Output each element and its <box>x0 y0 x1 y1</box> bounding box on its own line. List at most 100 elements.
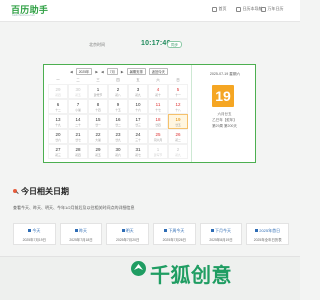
weekday-sat: 六 <box>156 78 160 82</box>
date-card-next-month[interactable]: 下月今天 2025年8月19日 <box>199 223 243 245</box>
prev-month-arrow-icon[interactable]: ◀ <box>101 70 104 74</box>
back-to-today-button[interactable]: 返回今天 <box>148 68 168 75</box>
beijing-time-bar: 北京时间 10:17:46 同步 <box>0 39 300 51</box>
day-number: 3 <box>136 86 140 92</box>
watermark-logo-icon <box>131 261 146 276</box>
weekday-wed: 三 <box>96 78 100 82</box>
date-card-next-week[interactable]: 下周今天 2025年7月26日 <box>153 223 196 245</box>
pushpin-icon <box>13 188 19 195</box>
calendar-day-cell[interactable]: 8 十四 <box>88 99 108 114</box>
calendar-day-cell[interactable]: 12 十八 <box>168 99 188 114</box>
date-card-tomorrow[interactable]: 明天 2025年7月20日 <box>106 223 150 245</box>
related-date-cards: 今天 2025年7月19日 昨天 2025年7月18日 明天 2025年7月20… <box>13 223 290 245</box>
day-number: 8 <box>96 101 100 107</box>
lunar-label: 初八 <box>115 92 121 97</box>
month-select[interactable]: 7月 <box>106 68 118 75</box>
calendar-day-cell[interactable]: 18 廿四 <box>148 114 168 129</box>
calendar-day-cell[interactable]: 7 小暑 <box>68 99 88 114</box>
calendar-day-cell[interactable]: 30 初五 <box>68 84 88 99</box>
nav-home-label: 首页 <box>218 6 227 11</box>
nav-home[interactable]: 首页 <box>212 6 227 12</box>
calendar-icon <box>75 229 78 233</box>
day-number: 13 <box>55 116 61 122</box>
lunar-label: 初五 <box>75 92 81 97</box>
lunar-label: 初九 <box>175 152 181 157</box>
sync-time-button[interactable]: 同步 <box>167 40 182 48</box>
calendar-day-cell[interactable]: 25 闰六月 <box>148 129 168 144</box>
day-number: 5 <box>176 86 180 92</box>
calendar-day-cell[interactable]: 28 初四 <box>68 144 88 159</box>
day-number: 7 <box>76 101 80 107</box>
calendar-day-cell[interactable]: 20 廿六 <box>48 129 68 144</box>
date-card-yesterday[interactable]: 昨天 2025年7月18日 <box>59 223 103 245</box>
calendar-icon <box>164 229 168 233</box>
calendar-day-cell[interactable]: 11 十七 <box>148 99 168 114</box>
today-ganzhi-year: 乙巳年【蛇年】 <box>212 118 237 122</box>
calendar-day-cell-today[interactable]: 19 廿五 <box>168 114 188 129</box>
day-number: 26 <box>175 131 181 137</box>
calendar-day-cell[interactable]: 1 建军节 <box>148 144 168 159</box>
calendar-day-cell[interactable]: 26 初二 <box>168 129 188 144</box>
year-select[interactable]: 2025年 <box>75 68 93 75</box>
day-number: 15 <box>95 116 101 122</box>
calendar-day-cell[interactable]: 30 初六 <box>108 144 128 159</box>
lunar-label: 闰六月 <box>153 137 163 142</box>
lunar-label: 十七 <box>155 107 161 112</box>
lunar-label: 十二 <box>55 107 61 112</box>
home-icon <box>212 6 217 12</box>
day-number: 22 <box>95 131 101 137</box>
calendar-day-cell[interactable]: 6 十二 <box>48 99 68 114</box>
nav-perpetual-calendar[interactable]: 万年日历 <box>261 6 284 12</box>
nav-calendar-book-label: 日历本导航 <box>242 6 263 11</box>
site-logo-subtitle: bailizhushou.com <box>12 13 36 17</box>
next-month-arrow-icon[interactable]: ▶ <box>121 70 124 74</box>
date-card-today[interactable]: 今天 2025年7月19日 <box>13 223 56 245</box>
lunar-label: 廿九 <box>115 137 121 142</box>
day-number: 20 <box>55 131 61 137</box>
calendar-day-cell[interactable]: 3 初九 <box>128 84 148 99</box>
lunar-label: 初二 <box>175 137 181 142</box>
lunar-label: 初九 <box>135 92 141 97</box>
calendar-day-cell[interactable]: 22 大暑 <box>88 129 108 144</box>
lunar-label: 廿五 <box>175 122 181 127</box>
lunar-label: 初六 <box>115 152 121 157</box>
weekday-tue: 二 <box>76 78 80 82</box>
calendar-day-cell[interactable]: 10 十六 <box>128 99 148 114</box>
calendar-day-cell[interactable]: 21 廿七 <box>68 129 88 144</box>
calendar-day-cell[interactable]: 2 初八 <box>108 84 128 99</box>
today-lunar-date: 六月廿五 <box>217 112 232 116</box>
header: 百历助手 bailizhushou.com 首页 日历本导航 万年日历 <box>0 0 300 22</box>
calendar-day-cell[interactable]: 17 廿三 <box>128 114 148 129</box>
tools-icon <box>236 6 241 12</box>
calendar-day-cell[interactable]: 5 十一 <box>168 84 188 99</box>
calendar-day-cell[interactable]: 27 初三 <box>48 144 68 159</box>
calendar-day-cell[interactable]: 4 初十 <box>148 84 168 99</box>
calendar-icon <box>261 6 266 12</box>
calendar-day-cell[interactable]: 29 初四 <box>48 84 68 99</box>
calendar-day-cell[interactable]: 13 十九 <box>48 114 68 129</box>
calendar-day-cell[interactable]: 2 初九 <box>168 144 188 159</box>
calendar-day-cell[interactable]: 9 十五 <box>108 99 128 114</box>
next-year-arrow-icon[interactable]: ▶ <box>95 70 98 74</box>
calendar-day-cell[interactable]: 16 廿二 <box>108 114 128 129</box>
nav-calendar-book[interactable]: 日历本导航 <box>236 6 263 12</box>
calendar-day-cell[interactable]: 29 初五 <box>88 144 108 159</box>
lunar-label: 初三 <box>55 152 61 157</box>
date-card-year-start[interactable]: 2025年首日 2025年全年日历表 <box>246 223 290 245</box>
day-number: 6 <box>56 101 60 107</box>
lunar-label: 初四 <box>55 92 61 97</box>
holiday-select[interactable]: 暑期安排 <box>126 68 146 75</box>
calendar-day-cell[interactable]: 31 初七 <box>128 144 148 159</box>
prev-year-arrow-icon[interactable]: ◀ <box>70 70 73 74</box>
day-number: 25 <box>155 131 161 137</box>
lunar-label: 廿三 <box>135 122 141 127</box>
weekday-fri: 五 <box>136 78 140 82</box>
calendar-day-cell[interactable]: 15 廿一 <box>88 114 108 129</box>
calendar-day-cell[interactable]: 23 廿九 <box>108 129 128 144</box>
calendar-day-cell[interactable]: 14 二十 <box>68 114 88 129</box>
calendar-day-cell[interactable]: 24 三十 <box>128 129 148 144</box>
calendar-day-cell[interactable]: 1 建党节 <box>88 84 108 99</box>
lunar-label: 廿四 <box>155 122 161 127</box>
date-card-subtitle: 2025年7月19日 <box>22 238 47 242</box>
date-card-title: 2025年首日 <box>259 228 281 233</box>
